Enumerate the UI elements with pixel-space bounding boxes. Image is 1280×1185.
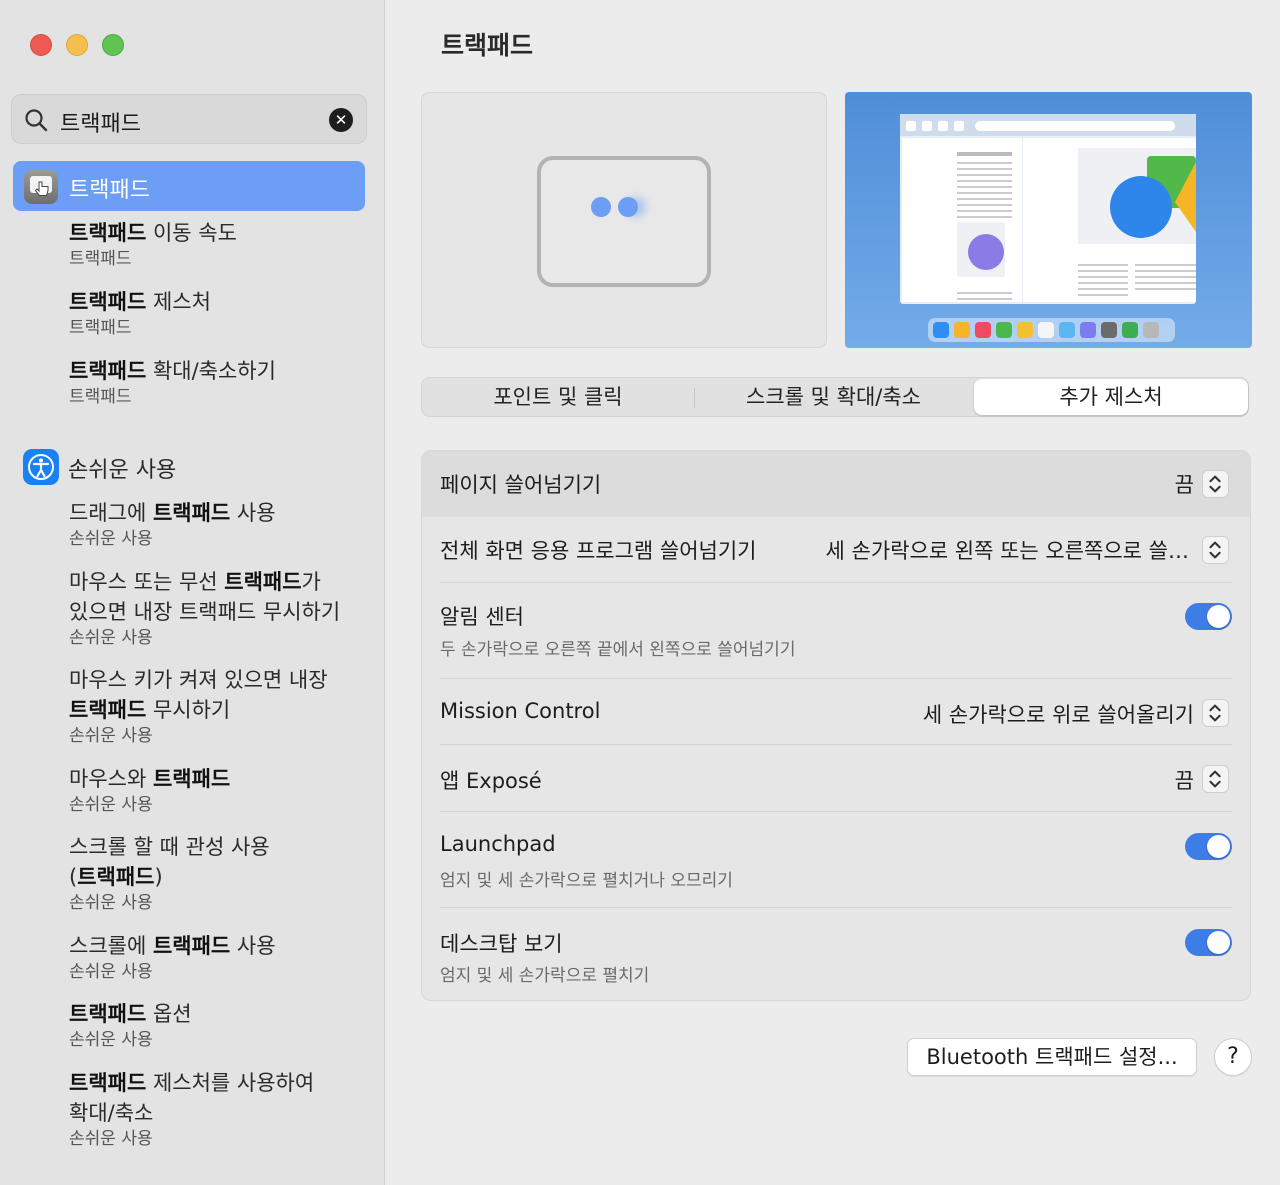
window-controls [30,34,124,56]
row-swipe-between-pages: 페이지 쓸어넘기기 끔 [422,451,1250,517]
row-description: 엄지 및 세 손가락으로 펼치기 [440,966,650,986]
search-result-title: 스크롤 할 때 관성 사용 [69,835,270,859]
search-result-title: 트랙패드 이동 속도 [69,221,237,245]
row-swipe-between-fullscreen-apps: 전체 화면 응용 프로그램 쓸어넘기기 세 손가락으로 왼쪽 또는 오른쪽으로 … [422,517,1250,583]
help-button[interactable]: ? [1214,1038,1252,1076]
search-result[interactable]: 트랙패드 제스처트랙패드 [69,287,211,339]
search-result-category: 트랙패드 [69,387,132,407]
search-result[interactable]: 마우스 키가 켜져 있으면 내장트랙패드 무시하기손쉬운 사용 [69,665,328,747]
sidebar-item-trackpad[interactable]: 트랙패드 [13,161,365,211]
row-value: 끔 [1174,769,1194,793]
close-window-button[interactable] [30,34,52,56]
sidebar: 트랙패드 ✕ 트랙패드 트랙패드 이동 속도 트랙패드 트랙패드 제스처 트랙패드 트랙… [0,0,385,1185]
row-mission-control: Mission Control 세 손가락으로 위로 쓸어올리기 [422,679,1250,745]
search-result-title: 트랙패드 제스처를 사용하여 [69,1071,315,1095]
show-desktop-toggle[interactable] [1185,929,1232,956]
search-result[interactable]: 스크롤에 트랙패드 사용손쉬운 사용 [69,931,276,983]
finger-dot [591,197,611,217]
trackpad-icon [24,170,58,204]
row-app-expose: 앱 Exposé 끔 [422,745,1250,812]
settings-panel: 페이지 쓸어넘기기 끔 전체 화면 응용 프로그램 쓸어넘기기 세 손가락으로 … [421,450,1251,1001]
tab-point-and-click[interactable]: 포인트 및 클릭 [422,378,694,416]
row-description: 두 손가락으로 오른쪽 끝에서 왼쪽으로 쓸어넘기기 [440,640,796,660]
zoom-window-button[interactable] [102,34,124,56]
chevron-up-down-icon[interactable] [1202,765,1229,793]
toggle-knob [1207,931,1230,954]
minimize-window-button[interactable] [66,34,88,56]
chevron-up-down-icon[interactable] [1202,470,1229,498]
launchpad-toggle[interactable] [1185,833,1232,860]
notification-center-toggle[interactable] [1185,603,1232,630]
accessibility-icon [23,449,59,485]
search-result-title: 마우스와 트랙패드 [69,767,231,791]
search-result-category: 손쉬운 사용 [69,726,153,746]
clear-search-icon[interactable]: ✕ [329,108,353,132]
search-result-category: 손쉬운 사용 [69,893,153,913]
row-label: 페이지 쓸어넘기기 [440,473,602,497]
desktop-preview [845,92,1252,348]
row-label: 알림 센터 [440,605,524,629]
row-label: 전체 화면 응용 프로그램 쓸어넘기기 [440,539,757,563]
chevron-up-down-icon[interactable] [1202,699,1229,727]
search-input[interactable]: 트랙패드 [60,106,141,138]
search-result-title: 트랙패드 확대/축소하기 [69,359,276,383]
search-result-title: 트랙패드 무시하기 [69,698,231,722]
search-result-title: 스크롤에 트랙패드 사용 [69,934,276,958]
search-result-category: 손쉬운 사용 [69,529,153,549]
row-label: Launchpad [440,832,556,856]
search-result-title: 드래그에 트랙패드 사용 [69,501,276,525]
search-result[interactable]: 드래그에 트랙패드 사용손쉬운 사용 [69,498,276,550]
tab-more-gestures[interactable]: 추가 제스처 [974,379,1248,415]
search-result-category: 손쉬운 사용 [69,1030,153,1050]
search-result[interactable]: 트랙패드 옵션손쉬운 사용 [69,999,192,1051]
search-result-title: 확대/축소 [69,1101,154,1125]
row-value: 세 손가락으로 위로 쓸어올리기 [922,703,1194,727]
search-result-title: 마우스 키가 켜져 있으면 내장 [69,668,328,692]
bluetooth-trackpad-setup-button[interactable]: Bluetooth 트랙패드 설정... [907,1038,1197,1076]
row-launchpad: Launchpad 엄지 및 세 손가락으로 펼치거나 오므리기 [422,812,1250,908]
desktop-illustration [900,114,1196,342]
search-field[interactable]: 트랙패드 ✕ [11,94,367,144]
chevron-up-down-icon[interactable] [1202,536,1229,564]
search-icon [25,109,48,132]
gesture-tabs: 포인트 및 클릭 스크롤 및 확대/축소 추가 제스처 [421,377,1249,417]
trackpad-illustration [537,156,711,287]
gesture-preview [421,92,827,348]
page-title: 트랙패드 [441,31,534,60]
row-label: 앱 Exposé [440,769,542,793]
search-result[interactable]: 마우스 또는 무선 트랙패드가있으면 내장 트랙패드 무시하기손쉬운 사용 [69,567,340,649]
finger-dot [618,197,638,217]
row-description: 엄지 및 세 손가락으로 펼치거나 오므리기 [440,871,733,891]
sidebar-item-label: 트랙패드 [69,178,150,203]
row-show-desktop: 데스크탑 보기 엄지 및 세 손가락으로 펼치기 [422,908,1250,1000]
search-result[interactable]: 스크롤 할 때 관성 사용 (트랙패드) 손쉬운 사용 [69,832,270,914]
row-value: 끔 [1174,473,1194,497]
search-result[interactable]: 트랙패드 이동 속도트랙패드 [69,218,237,270]
row-value: 세 손가락으로 왼쪽 또는 오른쪽으로 쓸… [825,539,1190,563]
row-label: 데스크탑 보기 [440,932,563,956]
toggle-knob [1207,835,1230,858]
search-result-category: 트랙패드 [69,318,132,338]
search-result-category: 손쉬운 사용 [69,1129,153,1149]
search-result-title: 마우스 또는 무선 트랙패드가 [69,570,321,594]
search-result[interactable]: 마우스와 트랙패드손쉬운 사용 [69,764,230,816]
row-label: Mission Control [440,699,601,723]
tab-scroll-and-zoom[interactable]: 스크롤 및 확대/축소 [695,378,972,416]
search-result-title: 있으면 내장 트랙패드 무시하기 [69,600,341,624]
sidebar-section-label: 손쉬운 사용 [68,458,177,483]
search-result-category: 트랙패드 [69,249,132,269]
search-result-category: 손쉬운 사용 [69,795,153,815]
search-result-title: 트랙패드 제스처 [69,290,211,314]
search-result-title: 트랙패드 옵션 [69,1002,192,1026]
search-result-category: 손쉬운 사용 [69,962,153,982]
search-result-title: (트랙패드) [69,865,163,889]
toggle-knob [1207,605,1230,628]
search-result-category: 손쉬운 사용 [69,628,153,648]
search-result[interactable]: 트랙패드 제스처를 사용하여확대/축소손쉬운 사용 [69,1068,314,1150]
row-notification-center: 알림 센터 두 손가락으로 오른쪽 끝에서 왼쪽으로 쓸어넘기기 [422,583,1250,679]
search-result[interactable]: 트랙패드 확대/축소하기트랙패드 [69,356,276,408]
